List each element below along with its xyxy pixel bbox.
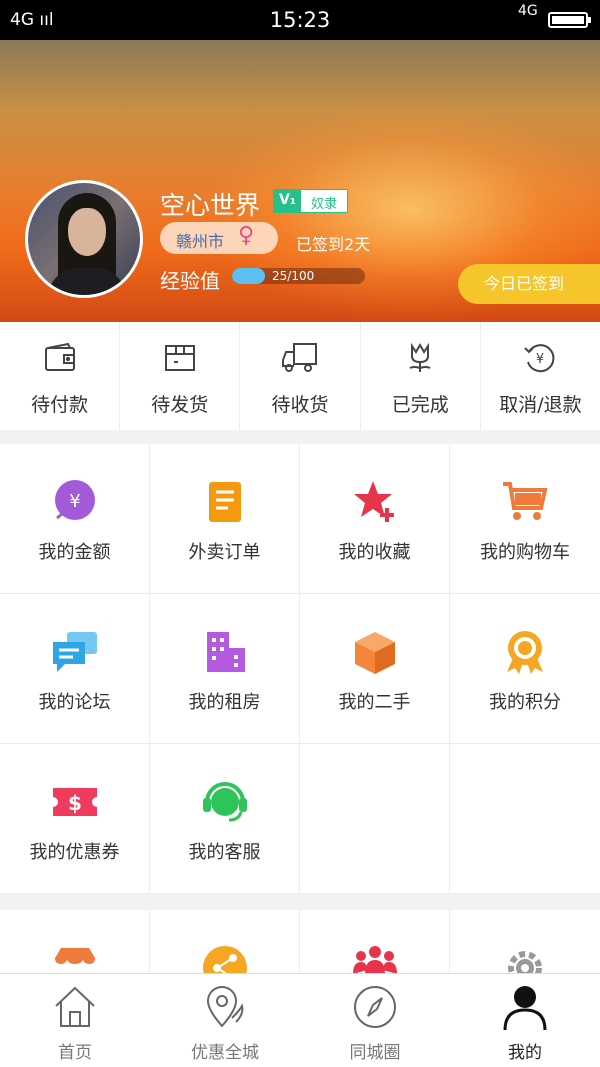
bottom-tab-bar: 首页 优惠全城 同城圈 我的 — [0, 973, 600, 1067]
feature-label: 我的收藏 — [338, 542, 411, 563]
person-icon — [503, 986, 547, 1030]
feature-forum[interactable]: 我的论坛 — [0, 594, 150, 744]
feature-label: 我的金额 — [38, 542, 111, 563]
wallet-icon — [44, 342, 75, 371]
feature-rental[interactable]: 我的租房 — [150, 594, 300, 744]
female-icon: ♀ — [238, 223, 255, 248]
cube-icon — [354, 632, 395, 674]
feature-takeout-orders[interactable]: 外卖订单 — [150, 444, 300, 594]
order-completed[interactable]: 已完成 — [361, 322, 481, 430]
feature-grid: ¥ 我的金额 外卖订单 我的收藏 我的购物车 我的论坛 我的租房 我的二手 我的… — [0, 444, 600, 894]
feature-label: 我的二手 — [338, 692, 411, 713]
box-icon — [164, 345, 195, 371]
order-label: 待发货 — [151, 394, 209, 416]
tab-city-circle[interactable]: 同城圈 — [300, 974, 450, 1067]
feature-label: 我的客服 — [188, 842, 261, 863]
feature-second-hand[interactable]: 我的二手 — [300, 594, 450, 744]
exp-progress-bar: 25/100 — [232, 268, 365, 284]
exp-value: 25/100 — [272, 269, 315, 283]
tab-label: 首页 — [58, 1043, 92, 1063]
document-icon — [208, 482, 241, 522]
building-icon — [206, 632, 245, 672]
order-label: 待收货 — [271, 394, 329, 416]
vip-level-badge: V₁ 奴隶 — [273, 189, 348, 213]
tab-mine[interactable]: 我的 — [450, 974, 600, 1067]
refund-icon: ¥ — [524, 344, 555, 373]
checkin-button[interactable]: 今日已签到 — [458, 264, 600, 304]
truck-icon — [282, 343, 317, 372]
city-pill: 赣州市 ♀ — [160, 222, 278, 254]
medal-icon — [507, 631, 543, 674]
tab-label: 优惠全城 — [191, 1043, 259, 1063]
feature-label: 外卖订单 — [188, 542, 261, 563]
vip-badge: V₁ — [274, 190, 301, 212]
profile-header: 空心世界 V₁ 奴隶 赣州市 ♀ 已签到2天 经验值 25/100 今日已签到 — [0, 40, 600, 322]
feature-favorites[interactable]: 我的收藏 — [300, 444, 450, 594]
svg-text:¥: ¥ — [536, 352, 544, 367]
yuan-coin-icon: ¥ — [54, 480, 95, 520]
network-indicator: 4G — [518, 3, 538, 19]
order-status-row: 待付款 待发货 待收货 已完成 ¥ 取消/退款 — [0, 322, 600, 430]
svg-text:$: $ — [68, 791, 82, 815]
tab-home[interactable]: 首页 — [0, 974, 150, 1067]
feature-customer-service[interactable]: 我的客服 — [150, 744, 300, 894]
feature-shopping-cart[interactable]: 我的购物车 — [450, 444, 600, 594]
flower-icon — [409, 342, 431, 372]
svg-text:¥: ¥ — [69, 491, 80, 512]
feature-label: 我的优惠券 — [29, 842, 120, 863]
tab-label: 同城圈 — [349, 1043, 401, 1063]
feature-label: 我的购物车 — [480, 542, 570, 563]
empty-cell — [300, 744, 450, 894]
username: 空心世界 — [160, 191, 261, 220]
feature-my-balance[interactable]: ¥ 我的金额 — [0, 444, 150, 594]
tab-city-deals[interactable]: 优惠全城 — [150, 974, 300, 1067]
battery-icon — [548, 12, 591, 28]
clock: 15:23 — [269, 8, 331, 32]
headset-icon — [202, 782, 247, 822]
order-pending-payment[interactable]: 待付款 — [0, 322, 121, 430]
signed-days: 已签到2天 — [296, 235, 371, 254]
avatar[interactable] — [25, 180, 143, 298]
exp-progress-fill — [232, 268, 266, 284]
empty-cell — [450, 744, 600, 894]
order-refund[interactable]: ¥ 取消/退款 — [481, 322, 600, 430]
coupon-icon: $ — [52, 788, 97, 816]
feature-points[interactable]: 我的积分 — [450, 594, 600, 744]
compass-icon — [354, 986, 396, 1028]
order-label: 待付款 — [31, 394, 89, 416]
star-plus-icon — [353, 481, 394, 522]
feature-label: 我的租房 — [188, 692, 261, 713]
feature-label: 我的积分 — [489, 692, 561, 713]
tab-label: 我的 — [508, 1043, 542, 1063]
status-bar: 4G ııl 15:23 4G — [0, 0, 600, 40]
order-label: 已完成 — [391, 394, 449, 416]
level-title: 奴隶 — [300, 190, 347, 212]
chat-icon — [52, 632, 97, 672]
cart-icon — [503, 482, 548, 520]
feature-coupons[interactable]: $ 我的优惠券 — [0, 744, 150, 894]
location-icon — [206, 986, 244, 1028]
city-label: 赣州市 — [176, 232, 225, 251]
exp-label: 经验值 — [160, 269, 220, 293]
feature-label: 我的论坛 — [38, 692, 111, 713]
order-label: 取消/退款 — [499, 394, 582, 416]
order-pending-shipment[interactable]: 待发货 — [120, 322, 241, 430]
home-icon — [55, 986, 95, 1027]
order-pending-receipt[interactable]: 待收货 — [240, 322, 361, 430]
